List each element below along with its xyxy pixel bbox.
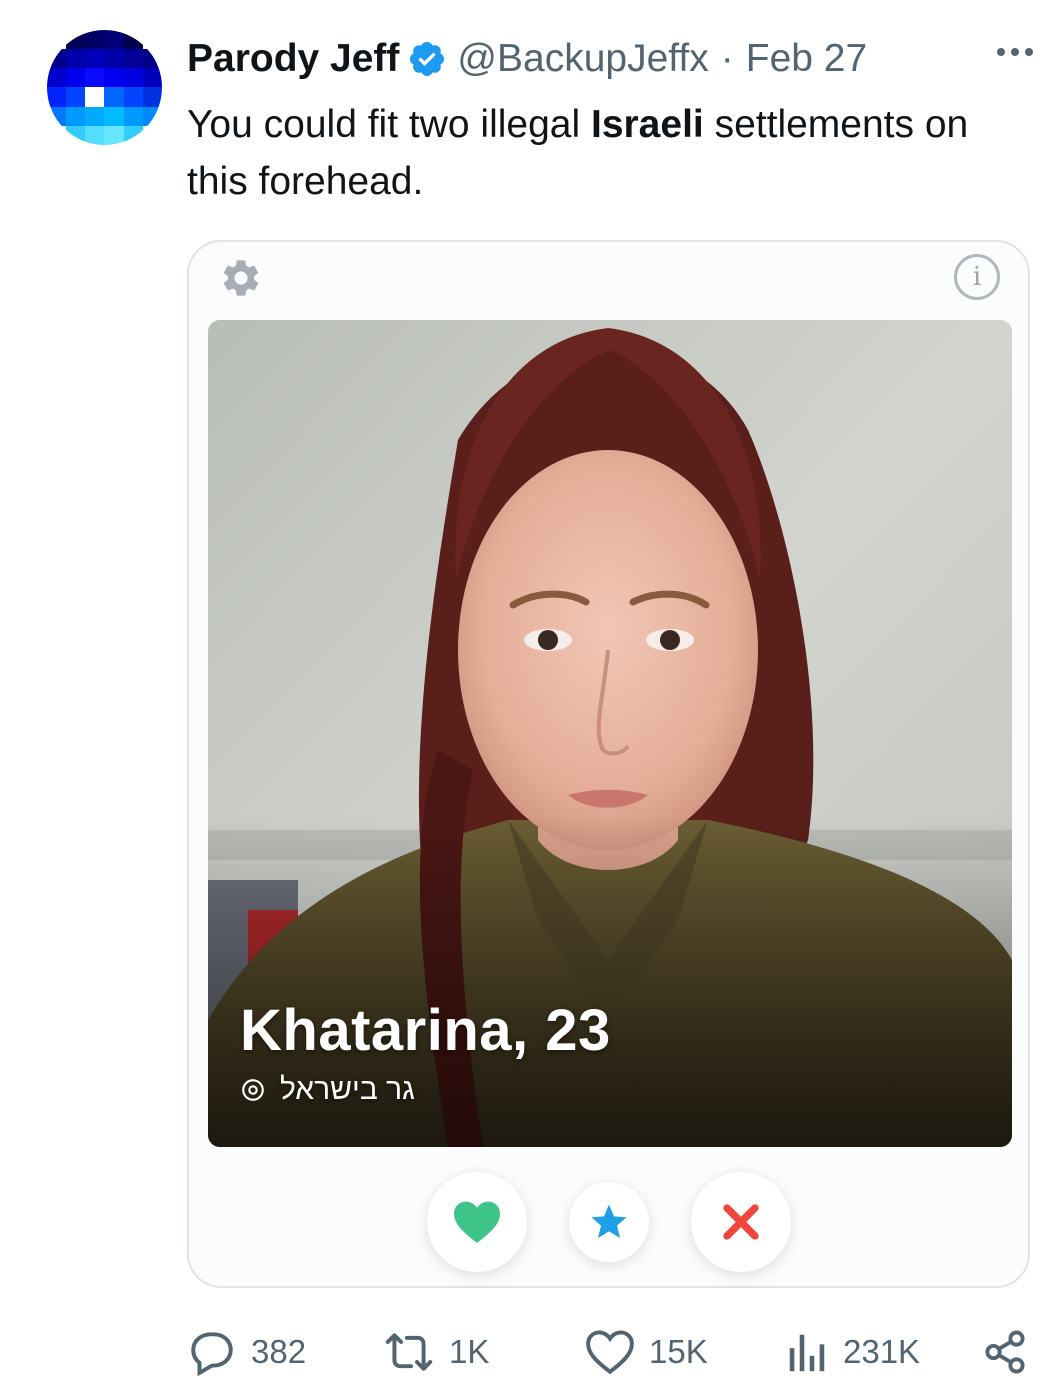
tweet-header: Parody Jeff @BackupJeffx · Feb 27 — [187, 34, 1033, 84]
repost-icon — [385, 1333, 433, 1371]
close-icon — [723, 1204, 759, 1240]
tweet-date[interactable]: Feb 27 — [746, 37, 867, 81]
nope-button[interactable] — [691, 1172, 791, 1272]
location-text: גר בישראל — [280, 1073, 415, 1106]
repost-count: 1K — [449, 1333, 490, 1370]
tweet-text-bold: Israeli — [590, 103, 704, 146]
author-avatar[interactable] — [47, 30, 162, 145]
embedded-image-card[interactable]: i Khatarina, 23 גר בישראל — [187, 240, 1030, 1288]
heart-icon — [454, 1201, 500, 1243]
view-count: 231K — [843, 1333, 921, 1370]
super-like-button[interactable] — [569, 1182, 649, 1262]
reply-count: 382 — [251, 1333, 307, 1370]
reply-button[interactable]: 382 — [187, 1322, 306, 1382]
share-button[interactable] — [982, 1322, 1028, 1382]
profile-photo: Khatarina, 23 גר בישראל — [208, 320, 1012, 1147]
gear-icon — [223, 260, 259, 296]
reply-icon — [191, 1332, 233, 1377]
like-heart-icon — [586, 1330, 634, 1375]
engagement-bar: 382 1K 15K 231K — [187, 1322, 1037, 1382]
star-icon — [591, 1204, 627, 1238]
like-button[interactable] — [427, 1172, 527, 1272]
profile-name-age: Khatarina, 23 — [240, 998, 611, 1063]
info-icon[interactable]: i — [954, 254, 1000, 300]
profile-caption: Khatarina, 23 גר בישראל — [240, 997, 611, 1107]
author-handle[interactable]: @BackupJeffx — [457, 37, 708, 81]
more-options-icon[interactable] — [997, 48, 1033, 56]
tweet-text: You could fit two illegal Israeli settle… — [187, 96, 1037, 210]
views-button[interactable]: 231K — [785, 1322, 920, 1382]
card-action-buttons — [189, 1172, 1028, 1272]
location-pin-icon — [242, 1079, 264, 1101]
tweet-text-part: You could fit two illegal — [187, 103, 591, 146]
profile-location: גר בישראל — [240, 1073, 611, 1107]
repost-button[interactable]: 1K — [383, 1322, 489, 1382]
verified-badge-icon — [410, 41, 445, 77]
like-count: 15K — [649, 1333, 708, 1370]
author-name[interactable]: Parody Jeff — [187, 37, 399, 81]
separator-dot: · — [720, 37, 734, 80]
share-icon — [985, 1330, 1025, 1374]
like-tweet-button[interactable]: 15K — [585, 1322, 708, 1382]
analytics-icon — [789, 1334, 825, 1372]
